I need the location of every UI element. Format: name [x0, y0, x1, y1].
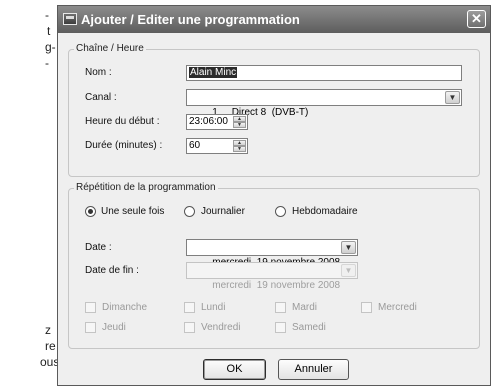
checkbox-mardi-label[interactable]: Mardi [292, 302, 317, 313]
duration-value: 60 [189, 140, 201, 151]
ok-button[interactable]: OK [203, 359, 266, 380]
group-legend: Chaîne / Heure [74, 43, 146, 54]
background-text-line: z [45, 323, 51, 337]
radio-once[interactable] [85, 206, 96, 217]
date-picker[interactable]: mercredi 19 novembre 2008 ▼ [186, 239, 358, 268]
dialog-body: Chaîne / Heure Nom : Alain Minc Canal : … [58, 33, 490, 385]
radio-daily-label[interactable]: Journalier [201, 206, 245, 217]
start-time-spinner[interactable]: ▲ ▼ [233, 116, 246, 128]
checkbox-dimanche[interactable] [85, 302, 96, 313]
checkbox-samedi-label[interactable]: Samedi [292, 322, 326, 333]
checkbox-vendredi-label[interactable]: Vendredi [201, 322, 240, 333]
end-date-picker[interactable]: mercredi 19 novembre 2008 ▼ [186, 262, 358, 291]
chevron-down-icon[interactable]: ▼ [341, 264, 356, 277]
checkbox-lundi[interactable] [184, 302, 195, 313]
name-input[interactable]: Alain Minc [186, 65, 462, 81]
duration-input[interactable]: 60 ▲ ▼ [186, 138, 248, 154]
title-bar[interactable]: Ajouter / Editer une programmation ✕ [58, 6, 490, 33]
radio-once-label[interactable]: Une seule fois [101, 206, 164, 217]
arrow-down-icon[interactable]: ▼ [233, 146, 246, 152]
duration-spinner[interactable]: ▲ ▼ [233, 140, 246, 152]
checkbox-samedi[interactable] [275, 322, 286, 333]
cancel-button[interactable]: Annuler [278, 359, 349, 380]
background-text-line: g- [45, 40, 56, 54]
checkbox-lundi-label[interactable]: Lundi [201, 302, 225, 313]
tv-icon [63, 13, 77, 25]
start-time-input[interactable]: 23:06:00 ▲ ▼ [186, 114, 248, 130]
background-text-line: - [45, 8, 49, 22]
radio-daily[interactable] [184, 206, 195, 217]
group-legend: Répétition de la programmation [74, 182, 218, 193]
dialog-title: Ajouter / Editer une programmation [81, 12, 300, 27]
duration-label: Durée (minutes) : [85, 140, 163, 151]
channel-select[interactable]: 1 Direct 8 (DVB-T) ▼ [186, 89, 462, 118]
close-button[interactable]: ✕ [467, 10, 486, 28]
checkbox-dimanche-label[interactable]: Dimanche [102, 302, 147, 313]
name-value: Alain Minc [189, 67, 238, 78]
start-time-label: Heure du début : [85, 116, 160, 127]
background-text-line: t [47, 24, 51, 38]
date-label: Date : [85, 242, 112, 253]
radio-weekly[interactable] [275, 206, 286, 217]
arrow-down-icon[interactable]: ▼ [233, 122, 246, 128]
checkbox-vendredi[interactable] [184, 322, 195, 333]
checkbox-mardi[interactable] [275, 302, 286, 313]
checkbox-jeudi[interactable] [85, 322, 96, 333]
checkbox-mercredi[interactable] [361, 302, 372, 313]
radio-weekly-label[interactable]: Hebdomadaire [292, 206, 358, 217]
chevron-down-icon[interactable]: ▼ [445, 91, 460, 104]
name-label: Nom : [85, 67, 112, 78]
repeat-group: Répétition de la programmation Une seule… [68, 182, 480, 349]
channel-label: Canal : [85, 92, 117, 103]
schedule-dialog: Ajouter / Editer une programmation ✕ Cha… [57, 5, 491, 386]
channel-time-group: Chaîne / Heure Nom : Alain Minc Canal : … [68, 43, 480, 177]
start-time-value: 23:06:00 [189, 116, 228, 127]
checkbox-mercredi-label[interactable]: Mercredi [378, 302, 417, 313]
checkbox-jeudi-label[interactable]: Jeudi [102, 322, 126, 333]
end-date-label: Date de fin : [85, 265, 139, 276]
end-date-value: mercredi 19 novembre 2008 [212, 280, 341, 291]
background-text-line: - [45, 56, 49, 70]
background-text-line: re [45, 339, 56, 353]
chevron-down-icon[interactable]: ▼ [341, 241, 356, 254]
